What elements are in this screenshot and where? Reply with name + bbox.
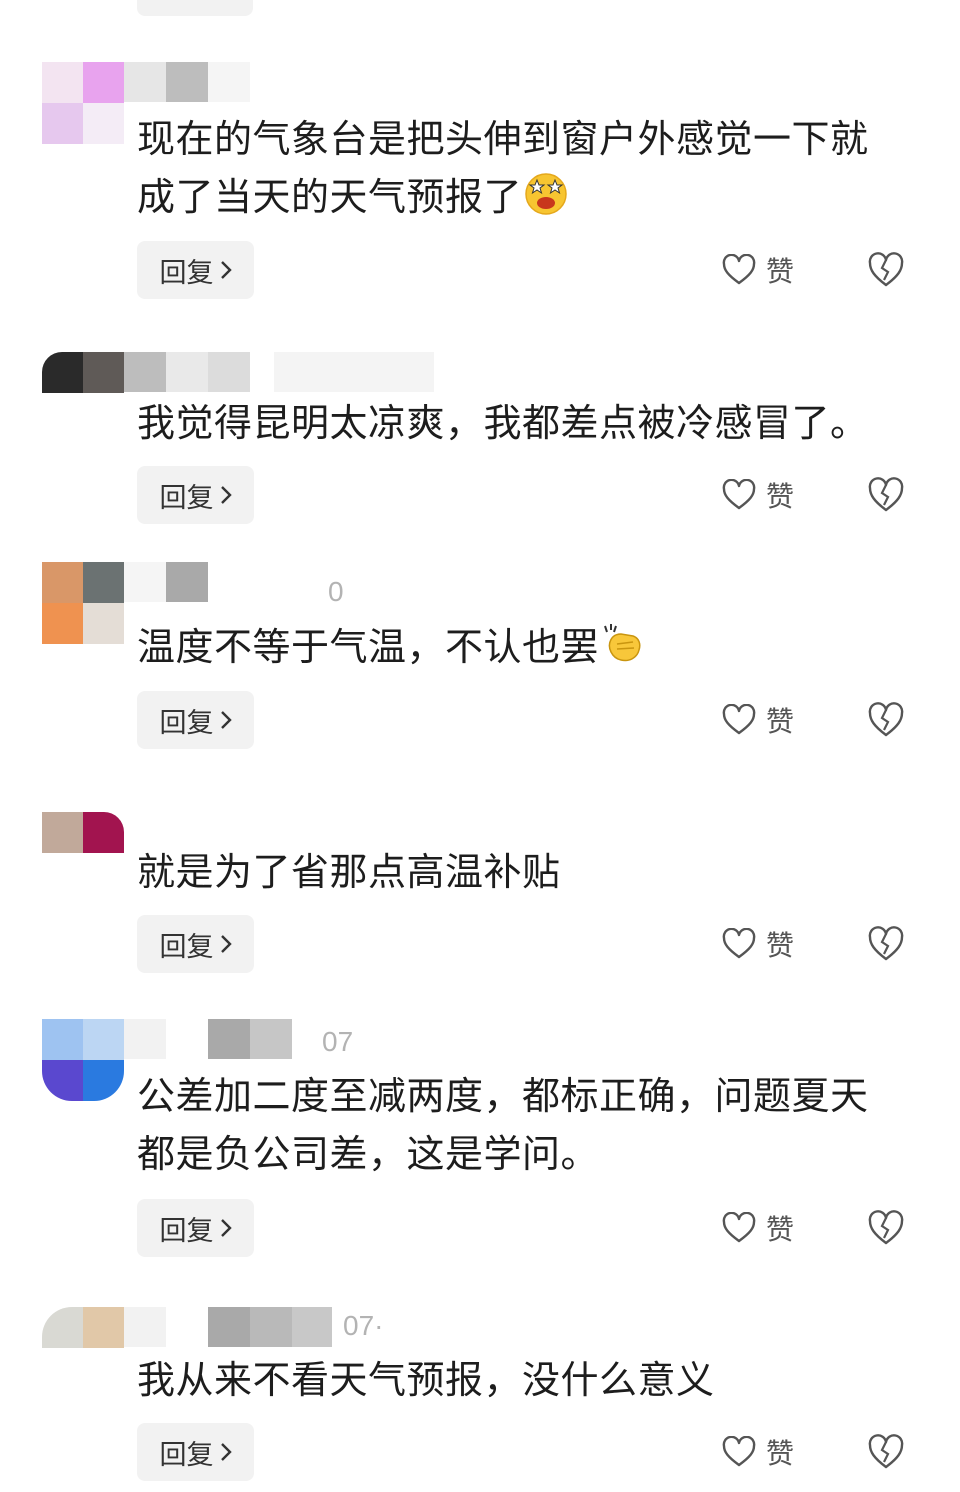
broken-heart-icon <box>868 252 904 287</box>
avatar[interactable] <box>42 352 124 396</box>
comment-meta: 07· <box>343 1310 384 1341</box>
broken-heart-icon <box>868 702 904 737</box>
previous-reply-button-stub[interactable] <box>137 0 253 16</box>
comment-text-line: 成了当天的天气预报了 <box>137 168 897 226</box>
avatar[interactable] <box>42 1307 124 1351</box>
like-button[interactable]: 赞 <box>722 1206 812 1250</box>
comment-text-line: 温度不等于气温，不认也罢 <box>137 618 897 676</box>
comment-text-line: 我觉得昆明太凉爽，我都差点被冷感冒了。 <box>137 401 869 445</box>
chevron-right-icon <box>220 261 232 279</box>
reply-button[interactable]: 回复 <box>137 1199 254 1257</box>
reply-label: 回复 <box>159 1439 214 1471</box>
heart-icon <box>722 479 756 510</box>
like-button[interactable]: 赞 <box>722 698 812 742</box>
comment-text: 我从来不看天气预报，没什么意义 <box>137 1351 897 1409</box>
clapping-hands-icon <box>604 624 641 662</box>
comment-meta: 07 <box>322 1026 354 1057</box>
dislike-button[interactable] <box>867 1434 905 1470</box>
username-redacted[interactable] <box>124 1019 294 1059</box>
comment-text-line: 都是负公司差，这是学问。 <box>137 1132 600 1176</box>
like-button[interactable]: 赞 <box>722 1430 812 1474</box>
like-button[interactable]: 赞 <box>722 473 812 517</box>
reply-button[interactable]: 回复 <box>137 466 254 524</box>
broken-heart-icon <box>868 477 904 512</box>
dislike-button[interactable] <box>867 1210 905 1246</box>
avatar[interactable] <box>42 812 124 854</box>
broken-heart-icon <box>868 926 904 961</box>
reply-label: 回复 <box>159 1215 214 1247</box>
chevron-right-icon <box>220 1219 232 1237</box>
heart-icon <box>722 704 756 735</box>
heart-icon <box>722 1436 756 1467</box>
like-button[interactable]: 赞 <box>722 922 812 966</box>
like-label: 赞 <box>766 1213 795 1246</box>
reply-label: 回复 <box>159 707 214 739</box>
reply-button[interactable]: 回复 <box>137 1423 254 1481</box>
reply-label: 回复 <box>159 482 214 514</box>
like-label: 赞 <box>766 929 795 962</box>
comment-text: 我觉得昆明太凉爽，我都差点被冷感冒了。 <box>137 394 897 452</box>
username-redacted[interactable] <box>124 562 214 602</box>
heart-icon <box>722 1212 756 1243</box>
reply-button[interactable]: 回复 <box>137 915 254 973</box>
like-label: 赞 <box>766 1437 795 1470</box>
comment-text-line: 现在的气象台是把头伸到窗户外感觉一下就 <box>137 117 869 161</box>
heart-icon <box>722 928 756 959</box>
comment-text: 温度不等于气温，不认也罢 <box>137 618 897 676</box>
avatar[interactable] <box>42 1019 124 1101</box>
dislike-button[interactable] <box>867 926 905 962</box>
like-label: 赞 <box>766 480 795 513</box>
like-label: 赞 <box>766 255 795 288</box>
username-redacted[interactable] <box>124 62 254 102</box>
chevron-right-icon <box>220 935 232 953</box>
reply-label: 回复 <box>159 931 214 963</box>
chevron-right-icon <box>220 1443 232 1461</box>
comment-text-line: 我从来不看天气预报，没什么意义 <box>137 1358 715 1402</box>
comment-text: 现在的气象台是把头伸到窗户外感觉一下就 成了当天的天气预报了 <box>137 110 897 226</box>
avatar[interactable] <box>42 62 124 144</box>
broken-heart-icon <box>868 1210 904 1245</box>
like-label: 赞 <box>766 705 795 738</box>
username-redacted[interactable] <box>124 352 444 392</box>
chevron-right-icon <box>220 711 232 729</box>
star-struck-face-icon <box>525 173 567 215</box>
reply-label: 回复 <box>159 257 214 289</box>
like-button[interactable]: 赞 <box>722 248 812 292</box>
comment-text-line: 成了当天的天气预报了 <box>137 175 523 219</box>
chevron-right-icon <box>220 486 232 504</box>
dislike-button[interactable] <box>867 702 905 738</box>
comment-text-line: 就是为了省那点高温补贴 <box>137 850 561 894</box>
comment-text: 就是为了省那点高温补贴 <box>137 843 897 901</box>
username-redacted[interactable] <box>124 1307 334 1347</box>
comment-text-line: 公差加二度至减两度，都标正确，问题夏天 <box>137 1074 869 1118</box>
reply-button[interactable]: 回复 <box>137 241 254 299</box>
avatar[interactable] <box>42 562 124 644</box>
comment-text: 公差加二度至减两度，都标正确，问题夏天 都是负公司差，这是学问。 <box>137 1067 897 1183</box>
broken-heart-icon <box>868 1434 904 1469</box>
heart-icon <box>722 254 756 285</box>
dislike-button[interactable] <box>867 252 905 288</box>
comment-meta: 0 <box>328 576 344 607</box>
comment-text-line: 温度不等于气温，不认也罢 <box>137 625 600 669</box>
dislike-button[interactable] <box>867 477 905 513</box>
reply-button[interactable]: 回复 <box>137 691 254 749</box>
